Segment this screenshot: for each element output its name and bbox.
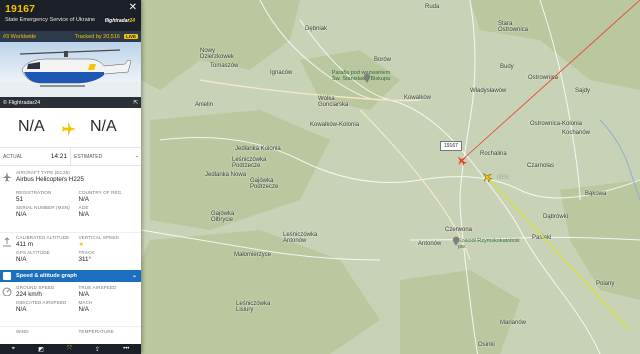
destination-code: N/A [90,118,117,135]
cal-alt-label: CALIBRATED ALTITUDE [16,235,70,240]
aircraft-tag[interactable]: 19171 [497,174,510,179]
lock-star-icon: ★ [78,242,84,248]
true-airspeed-value: N/A [78,291,90,298]
track-line-yellow [485,175,631,331]
aircraft-section: AIRCRAFT TYPE (EC25) Airbus Helicopters … [0,166,141,232]
route-icon[interactable]: ⌖ [12,346,15,353]
aircraft-tag[interactable]: 19167 [440,141,462,151]
origin-code: N/A [18,118,45,135]
logo-text: flightradar [104,18,130,24]
ind-airspeed-label: INDICATED AIRSPEED [16,300,67,305]
registration-label: REGISTRATION [16,190,52,195]
rank-text: #3 Worldwide [3,33,37,40]
close-icon[interactable]: ✕ [129,2,137,13]
speed-icon [2,287,12,296]
chevron-down-icon: ⌄ [131,273,137,279]
altitude-icon [3,237,11,247]
panel-header: 19167 State Emergency Service of Ukraine… [0,0,141,31]
time-section: ACTUAL 14:21 ESTIMATED - [0,148,141,166]
logo-number: 24 [129,18,135,24]
ind-airspeed-value: N/A [16,306,27,313]
weather-section: WIND TEMPERATURE [0,326,141,338]
country-value: N/A [78,196,90,203]
gps-alt-value: N/A [16,256,27,263]
actual-label: ACTUAL [3,153,23,160]
temp-label: TEMPERATURE [78,329,114,334]
graph-label: Speed & altitude graph [16,273,77,279]
actual-time: 14:21 [50,153,67,160]
registration-value: 51 [16,196,24,203]
gps-alt-label: GPS ALTITUDE [16,250,50,255]
aircraft-type-value: Airbus Helicopters H225 [16,176,84,183]
wind-label: WIND [16,329,29,334]
estimated-time: - [135,153,138,160]
share-icon[interactable]: ⇱ [133,100,138,106]
aircraft-photo[interactable] [0,42,141,97]
flight-detail-panel: 19167 State Emergency Service of Ukraine… [0,0,141,354]
airplane-icon [2,172,12,182]
pin-icon[interactable] [363,73,371,83]
3d-view-icon[interactable]: ◩ [38,346,44,353]
speed-altitude-graph-toggle[interactable]: Speed & altitude graph ⌄ [0,270,141,282]
age-value: N/A [78,211,90,218]
altitude-section: CALIBRATED ALTITUDE 411 m VERTICAL SPEED ★… [0,232,141,270]
track-label: TRACK [78,250,95,255]
vert-speed-label: VERTICAL SPEED [78,235,119,240]
true-airspeed-label: TRUE AIRSPEED [78,285,117,290]
share-icon[interactable]: ⇪ [95,346,100,353]
follow-icon[interactable]: ⤧ [67,346,72,353]
chart-icon [3,272,11,280]
mach-label: MACH [78,300,93,305]
country-label: COUNTRY OF REG. [78,190,123,195]
aircraft-marker-icon[interactable] [482,172,492,182]
ground-speed-label: GROUND SPEED [16,285,55,290]
airplane-icon [62,121,77,137]
track-value: 311° [78,256,92,263]
flight-callsign: 19167 [5,3,36,15]
cal-alt-value: 411 m [16,241,34,248]
aircraft-type-label: AIRCRAFT TYPE (EC25) [16,170,70,175]
photo-credit: © Flightradar24 [3,99,41,106]
photo-footer: © Flightradar24 ⇱ [0,97,141,108]
route-section: N/A N/A [0,108,141,148]
panel-bottom-bar: ⌖ ◩ ⤧ ⇪ ••• [0,344,141,354]
age-label: AGE [78,205,89,210]
track-line-red [461,0,640,161]
aircraft-marker-icon[interactable] [456,155,467,166]
pin-icon[interactable] [452,236,460,246]
speed-section: GROUND SPEED 224 km/h TRUE AIRSPEED N/A IN… [0,282,141,326]
tracked-count: Tracked by 20,516 [74,33,120,40]
flightradar-logo: flightradar24 [105,18,135,24]
rank-bar: #3 Worldwide Tracked by 20,516 LIVE [0,31,141,42]
more-icon[interactable]: ••• [123,346,129,352]
ground-speed-value: 224 km/h [16,291,42,298]
mach-value: N/A [78,306,90,313]
estimated-label: ESTIMATED [74,153,103,160]
live-badge: LIVE [123,34,138,39]
serial-value: N/A [16,211,27,218]
serial-label: SERIAL NUMBER (MSN) [16,205,70,210]
helicopter-image [0,49,141,97]
